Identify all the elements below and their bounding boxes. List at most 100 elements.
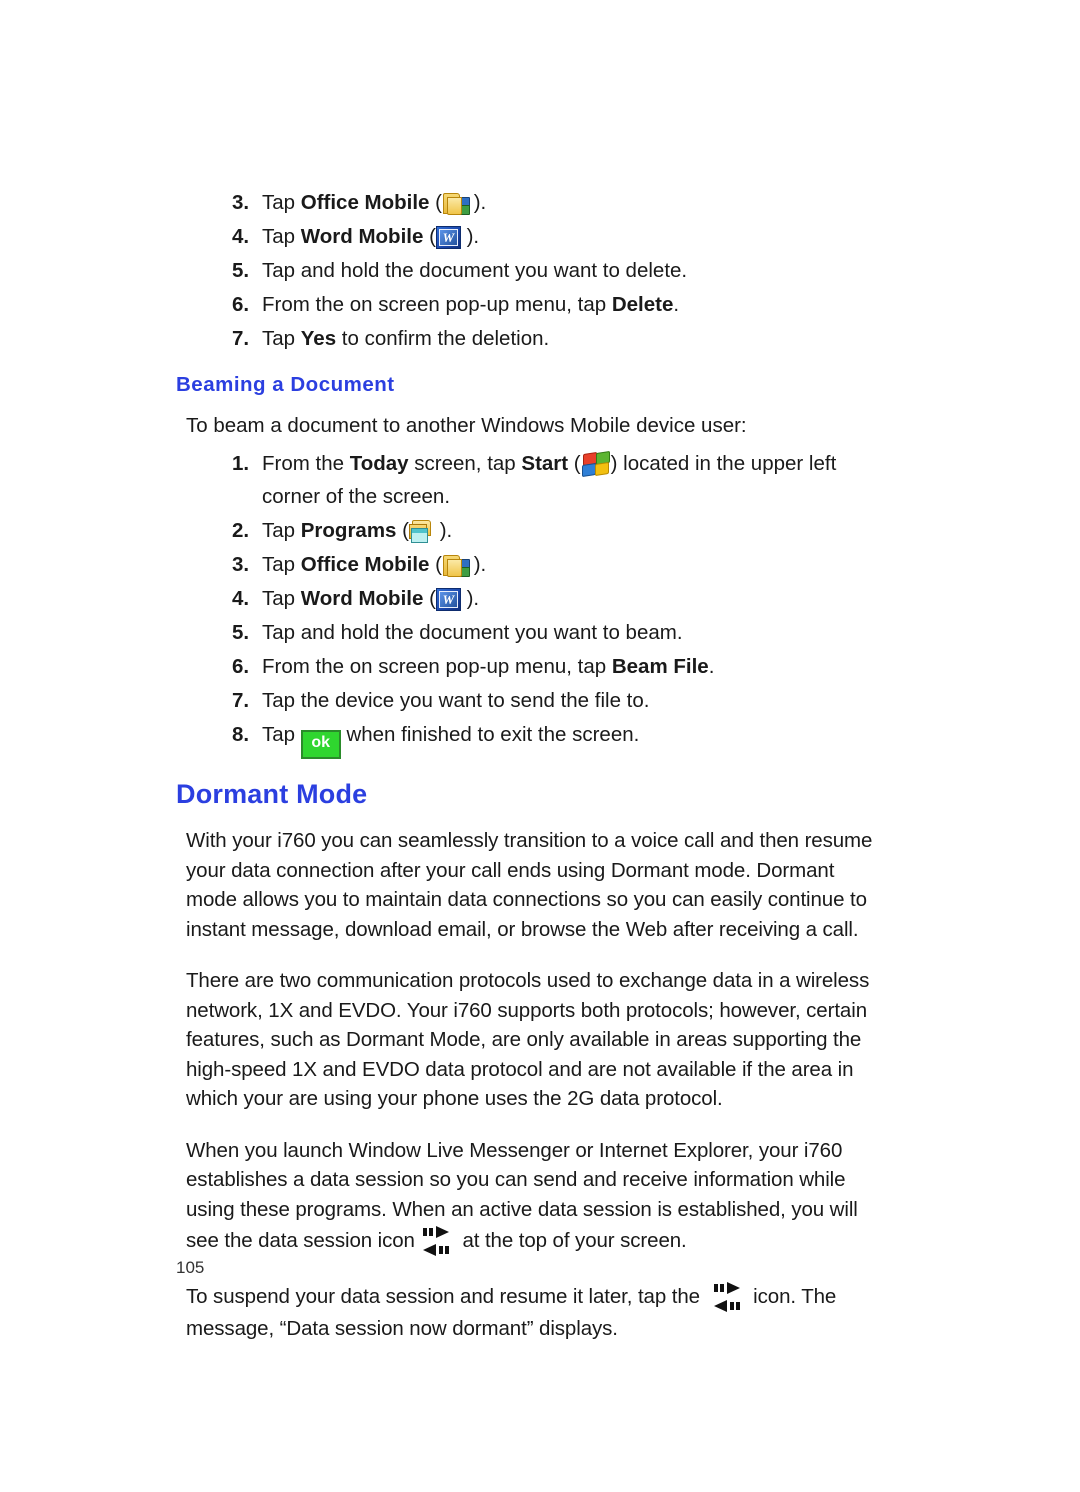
step-text-post: . bbox=[673, 293, 680, 316]
step-text-bold: Beam File bbox=[611, 655, 709, 678]
step-number: 1. bbox=[232, 452, 250, 475]
step-text-pre: Tap bbox=[262, 225, 301, 248]
step-text: Tap Programs ( ). bbox=[262, 514, 876, 547]
step-number: 5. bbox=[232, 259, 250, 282]
step-text: Tap and hold the document you want to de… bbox=[262, 259, 688, 282]
step-number: 7. bbox=[232, 689, 250, 712]
data-session-arrows-icon bbox=[415, 1224, 457, 1258]
step-text-post: . bbox=[708, 655, 715, 678]
beaming-intro-text: To beam a document to another Windows Mo… bbox=[186, 414, 747, 437]
step-text-bold: Programs bbox=[300, 519, 397, 542]
step-text-pre: Tap bbox=[262, 553, 301, 576]
step-text-pre: From the bbox=[262, 452, 350, 475]
step-text-post: ). bbox=[460, 225, 480, 248]
step-text-mid: ( bbox=[396, 519, 409, 542]
step-number: 5. bbox=[232, 621, 250, 644]
step-text: From the on screen pop-up menu, tap Dele… bbox=[262, 288, 876, 321]
step-text-pre: Tap bbox=[262, 723, 301, 746]
list-item: 4. Tap Word Mobile (W ). bbox=[176, 220, 876, 253]
step-number: 4. bbox=[232, 225, 250, 248]
dormant-paragraph-3: When you launch Window Live Messenger or… bbox=[186, 1136, 876, 1259]
page-number: 105 bbox=[176, 1258, 205, 1277]
list-item: 5. Tap and hold the document you want to… bbox=[176, 616, 876, 649]
step-number: 7. bbox=[232, 327, 250, 350]
step-text-pre: From the on screen pop-up menu, tap bbox=[262, 293, 612, 316]
list-item: 3. Tap Office Mobile ( ). bbox=[176, 186, 876, 219]
step-text-bold: Office Mobile bbox=[300, 191, 430, 214]
word-mobile-icon: W bbox=[435, 225, 461, 249]
step-text: From the on screen pop-up menu, tap Beam… bbox=[262, 650, 876, 683]
step-text-pre: Tap bbox=[262, 191, 301, 214]
step-text: Tap Yes to confirm the deletion. bbox=[262, 322, 876, 355]
list-item: 5. Tap and hold the document you want to… bbox=[176, 254, 876, 287]
chapter-heading-dormant-mode: Dormant Mode bbox=[176, 779, 368, 809]
step-text-bold: Word Mobile bbox=[300, 587, 424, 610]
dormant-paragraph-4: To suspend your data session and resume … bbox=[186, 1280, 876, 1344]
word-mobile-letter: W bbox=[438, 591, 458, 608]
dormant-paragraph-1: With your i760 you can seamlessly transi… bbox=[186, 829, 873, 941]
page-content: 3. Tap Office Mobile ( ). 4. Tap Word Mo… bbox=[176, 186, 876, 1344]
step-text-pre: Tap bbox=[262, 587, 301, 610]
step-number: 8. bbox=[232, 723, 250, 746]
programs-folder-icon bbox=[409, 519, 434, 543]
step-text-post: ). bbox=[468, 553, 487, 576]
step-text-mid: ( bbox=[429, 191, 442, 214]
step-text: Tap Word Mobile (W ). bbox=[262, 220, 876, 253]
step-text-bold: Yes bbox=[300, 327, 337, 350]
step-text-mid: ( bbox=[429, 553, 442, 576]
list-item: 1. From the Today screen, tap Start () l… bbox=[176, 447, 876, 513]
list-item: 8. Tap ok when finished to exit the scre… bbox=[176, 718, 876, 759]
step-text: Tap ok when finished to exit the screen. bbox=[262, 718, 876, 759]
step-text: From the Today screen, tap Start () loca… bbox=[262, 447, 876, 513]
step-text: Tap Office Mobile ( ). bbox=[262, 548, 876, 581]
list-item: 2. Tap Programs ( ). bbox=[176, 514, 876, 547]
dormant-paragraph-3-text-b: at the top of your screen. bbox=[462, 1229, 687, 1252]
dormant-paragraph-2: There are two communication protocols us… bbox=[186, 969, 870, 1110]
step-text-pre: Tap bbox=[262, 519, 301, 542]
section-heading-beaming: Beaming a Document bbox=[176, 373, 395, 396]
step-number: 3. bbox=[232, 191, 250, 214]
office-mobile-folder-icon bbox=[442, 191, 470, 215]
step-text-mid: to confirm the deletion. bbox=[336, 327, 550, 350]
step-text-bold: Delete bbox=[611, 293, 674, 316]
windows-start-flag-icon bbox=[581, 450, 611, 478]
step-text-mid: ( bbox=[423, 225, 436, 248]
list-item: 3. Tap Office Mobile ( ). bbox=[176, 548, 876, 581]
step-text-mid: screen, tap bbox=[408, 452, 522, 475]
dormant-paragraph-4-text-a: To suspend your data session and resume … bbox=[186, 1285, 700, 1308]
beaming-document-steps: 1. From the Today screen, tap Start () l… bbox=[176, 447, 876, 759]
step-text: Tap Word Mobile (W ). bbox=[262, 582, 876, 615]
list-item: 7. Tap the device you want to send the f… bbox=[176, 684, 876, 717]
word-mobile-icon: W bbox=[435, 587, 461, 611]
step-text-post: ). bbox=[460, 587, 480, 610]
delete-document-steps: 3. Tap Office Mobile ( ). 4. Tap Word Mo… bbox=[176, 186, 876, 355]
step-number: 3. bbox=[232, 553, 250, 576]
office-mobile-folder-icon bbox=[442, 553, 470, 577]
list-item: 4. Tap Word Mobile (W ). bbox=[176, 582, 876, 615]
document-page: 3. Tap Office Mobile ( ). 4. Tap Word Mo… bbox=[0, 0, 1080, 1492]
step-text-bold2: Start bbox=[521, 452, 569, 475]
list-item: 6. From the on screen pop-up menu, tap B… bbox=[176, 650, 876, 683]
step-text-post: ). bbox=[434, 519, 453, 542]
list-item: 7. Tap Yes to confirm the deletion. bbox=[176, 322, 876, 355]
step-text-post: when finished to exit the screen. bbox=[340, 723, 640, 746]
step-text-pre: Tap bbox=[262, 327, 301, 350]
step-number: 2. bbox=[232, 519, 250, 542]
list-item: 6. From the on screen pop-up menu, tap D… bbox=[176, 288, 876, 321]
step-text: Tap the device you want to send the file… bbox=[262, 689, 650, 712]
step-text-bold: Today bbox=[349, 452, 409, 475]
step-text-mid: ( bbox=[423, 587, 436, 610]
step-text: Tap and hold the document you want to be… bbox=[262, 621, 683, 644]
step-text-mid2: ( bbox=[568, 452, 581, 475]
step-text-pre: From the on screen pop-up menu, tap bbox=[262, 655, 612, 678]
word-mobile-letter: W bbox=[438, 229, 458, 246]
step-number: 4. bbox=[232, 587, 250, 610]
step-number: 6. bbox=[232, 293, 250, 316]
step-text-post: ). bbox=[468, 191, 487, 214]
step-number: 6. bbox=[232, 655, 250, 678]
ok-button-icon[interactable]: ok bbox=[300, 730, 341, 759]
step-text-bold: Office Mobile bbox=[300, 553, 430, 576]
step-text: Tap Office Mobile ( ). bbox=[262, 186, 876, 219]
data-session-arrows-icon bbox=[706, 1280, 748, 1314]
step-text-bold: Word Mobile bbox=[300, 225, 424, 248]
